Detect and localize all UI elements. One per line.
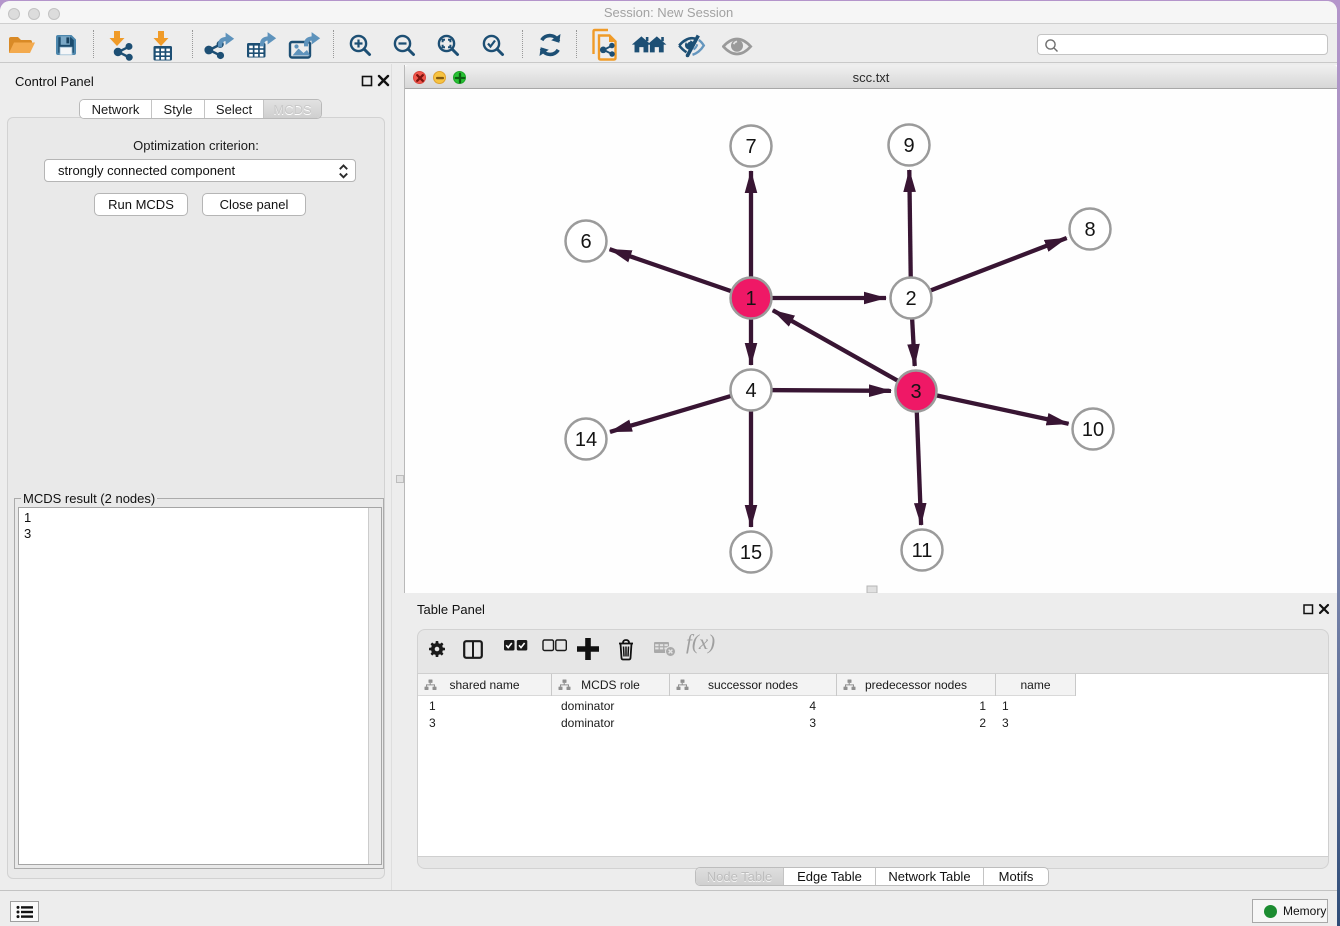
svg-text:f(x): f(x) [686,631,715,654]
svg-text:2: 2 [905,288,916,310]
svg-text:7: 7 [745,136,756,158]
svg-text:15: 15 [740,542,762,564]
svg-text:8: 8 [1084,219,1095,241]
svg-text:10: 10 [1082,419,1104,441]
svg-text:3: 3 [910,381,921,403]
svg-text:1: 1 [745,288,756,310]
svg-text:4: 4 [745,380,756,402]
svg-text:14: 14 [575,429,597,451]
svg-text:9: 9 [903,135,914,157]
svg-text:11: 11 [912,540,933,562]
svg-text:6: 6 [580,231,591,253]
